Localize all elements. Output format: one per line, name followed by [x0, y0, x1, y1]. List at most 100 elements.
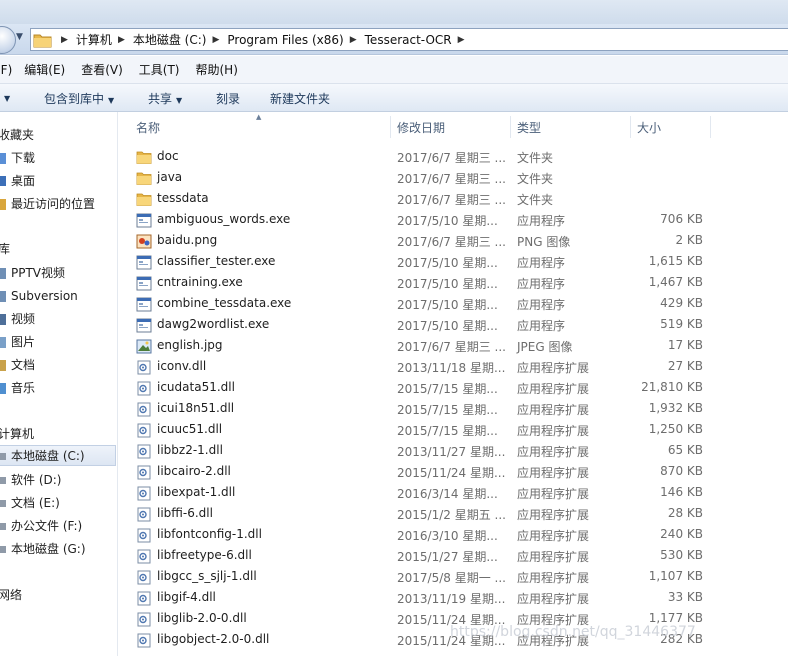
nav-item-recent[interactable]: 最近访问的位置 — [0, 193, 116, 214]
file-row[interactable]: classifier_tester.exe 2017/5/10 星期... 应用程序… — [130, 252, 710, 273]
file-date: 2013/11/27 星期... — [397, 445, 506, 459]
new-folder-button[interactable]: 新建文件夹 — [270, 90, 330, 107]
address-bar[interactable]: ▶ 计算机 ▶ 本地磁盘 (C:) ▶ Program Files (x86) … — [30, 28, 788, 51]
dll-file-icon — [136, 507, 152, 522]
menu-tools[interactable]: 工具(T) — [139, 61, 180, 78]
chevron-right-icon[interactable]: ▶ — [458, 35, 465, 45]
breadcrumb-program-files[interactable]: Program Files (x86) — [227, 33, 343, 47]
file-row[interactable]: libcairo-2.dll 2015/11/24 星期... 应用程序扩展 870 … — [130, 462, 710, 483]
chevron-right-icon[interactable]: ▶ — [61, 35, 68, 45]
column-divider[interactable] — [710, 116, 711, 138]
column-header-name[interactable]: 名称 — [136, 113, 160, 141]
file-row[interactable]: cntraining.exe 2017/5/10 星期... 应用程序 1,467 K… — [130, 273, 710, 294]
libraries-header[interactable]: 库 — [0, 240, 10, 257]
dll-file-icon — [136, 465, 152, 480]
nav-item-documents[interactable]: 文档 — [0, 354, 116, 375]
file-row[interactable]: combine_tessdata.exe 2017/5/10 星期... 应用程序 4… — [130, 294, 710, 315]
back-button[interactable] — [0, 26, 16, 54]
file-row[interactable]: ambiguous_words.exe 2017/5/10 星期... 应用程序 70… — [130, 210, 710, 231]
chevron-right-icon[interactable]: ▶ — [212, 35, 219, 45]
file-row[interactable]: libffi-6.dll 2015/1/2 星期五 ... 应用程序扩展 28 KB — [130, 504, 710, 525]
file-row[interactable]: libgcc_s_sjlj-1.dll 2017/5/8 星期一 ... 应用程序扩… — [130, 567, 710, 588]
nav-item-label: 下载 — [11, 151, 36, 165]
column-header-type[interactable]: 类型 — [517, 113, 541, 141]
file-size: 1,932 KB — [648, 401, 703, 415]
png-image-icon — [136, 234, 152, 249]
jpg-image-icon — [136, 339, 152, 354]
file-date: 2017/5/10 星期... — [397, 277, 498, 291]
file-size: 65 KB — [667, 443, 703, 457]
menu-bar: (F) 编辑(E) 查看(V) 工具(T) 帮助(H) — [0, 56, 788, 84]
breadcrumb-computer[interactable]: 计算机 — [76, 31, 112, 48]
burn-button[interactable]: 刻录 — [216, 90, 240, 107]
file-row[interactable]: libfreetype-6.dll 2015/1/27 星期... 应用程序扩展 53… — [130, 546, 710, 567]
column-divider[interactable] — [630, 116, 631, 138]
file-row[interactable]: english.jpg 2017/6/7 星期三 ... JPEG 图像 17 KB — [130, 336, 710, 357]
exe-file-icon — [136, 255, 152, 270]
network-header[interactable]: 网络 — [0, 586, 22, 603]
file-type: 应用程序扩展 — [517, 592, 590, 606]
nav-item-drive-e[interactable]: 文档 (E:) — [0, 492, 116, 513]
nav-item-pictures[interactable]: 图片 — [0, 331, 116, 352]
file-type: 应用程序扩展 — [517, 550, 590, 564]
chevron-right-icon[interactable]: ▶ — [118, 35, 125, 45]
computer-header[interactable]: 计算机 — [0, 425, 34, 442]
nav-item-subversion[interactable]: Subversion — [0, 285, 116, 306]
file-row[interactable]: icudata51.dll 2015/7/15 星期... 应用程序扩展 21,810… — [130, 378, 710, 399]
nav-item-pptv[interactable]: PPTV视频 — [0, 262, 116, 283]
folder-icon — [136, 150, 152, 165]
recent-pages-dropdown-icon[interactable]: ▼ — [16, 32, 28, 46]
nav-item-downloads[interactable]: 下载 — [0, 147, 116, 168]
folder-icon — [33, 31, 55, 49]
nav-item-drive-f[interactable]: 办公文件 (F:) — [0, 515, 116, 536]
organize-caret-icon[interactable]: ▼ — [0, 90, 10, 104]
desktop-icon — [0, 174, 8, 188]
file-row[interactable]: libfontconfig-1.dll 2016/3/10 星期... 应用程序扩展… — [130, 525, 710, 546]
file-row[interactable]: icui18n51.dll 2015/7/15 星期... 应用程序扩展 1,932 … — [130, 399, 710, 420]
file-row[interactable]: icuuc51.dll 2015/7/15 星期... 应用程序扩展 1,250 KB — [130, 420, 710, 441]
file-size: 17 KB — [667, 338, 703, 352]
file-type: 应用程序扩展 — [517, 529, 590, 543]
file-row[interactable]: libexpat-1.dll 2016/3/14 星期... 应用程序扩展 146 K… — [130, 483, 710, 504]
file-row[interactable]: baidu.png 2017/6/7 星期三 ... PNG 图像 2 KB — [130, 231, 710, 252]
chevron-right-icon[interactable]: ▶ — [350, 35, 357, 45]
menu-view[interactable]: 查看(V) — [81, 61, 123, 78]
menu-help[interactable]: 帮助(H) — [196, 61, 238, 78]
exe-file-icon — [136, 318, 152, 333]
column-divider[interactable] — [390, 116, 391, 138]
favorites-header[interactable]: 收藏夹 — [0, 126, 34, 143]
column-header-date[interactable]: 修改日期 — [397, 113, 445, 141]
file-name: libfontconfig-1.dll — [157, 527, 262, 541]
nav-item-label: 最近访问的位置 — [11, 197, 96, 211]
breadcrumb-drive-c[interactable]: 本地磁盘 (C:) — [133, 31, 207, 48]
file-row[interactable]: iconv.dll 2013/11/18 星期... 应用程序扩展 27 KB — [130, 357, 710, 378]
file-row[interactable]: dawg2wordlist.exe 2017/5/10 星期... 应用程序 519 … — [130, 315, 710, 336]
file-type: 应用程序扩展 — [517, 571, 590, 585]
nav-item-videos[interactable]: 视频 — [0, 308, 116, 329]
nav-item-desktop[interactable]: 桌面 — [0, 170, 116, 191]
nav-item-music[interactable]: 音乐 — [0, 377, 116, 398]
download-icon — [0, 151, 8, 165]
nav-item-drive-g[interactable]: 本地磁盘 (G:) — [0, 538, 116, 559]
menu-file[interactable]: (F) — [0, 63, 12, 77]
folder-icon — [136, 192, 152, 207]
file-row[interactable]: doc 2017/6/7 星期三 ... 文件夹 — [130, 147, 710, 168]
exe-file-icon — [136, 297, 152, 312]
file-date: 2015/7/15 星期... — [397, 424, 498, 438]
file-date: 2016/3/14 星期... — [397, 487, 498, 501]
menu-edit[interactable]: 编辑(E) — [24, 61, 65, 78]
file-row[interactable]: libgif-4.dll 2013/11/19 星期... 应用程序扩展 33 KB — [130, 588, 710, 609]
file-row[interactable]: java 2017/6/7 星期三 ... 文件夹 — [130, 168, 710, 189]
recent-places-icon — [0, 197, 8, 211]
column-divider[interactable] — [510, 116, 511, 138]
file-row[interactable]: tessdata 2017/6/7 星期三 ... 文件夹 — [130, 189, 710, 210]
breadcrumb-tesseract[interactable]: Tesseract-OCR — [365, 33, 452, 47]
dll-file-icon — [136, 381, 152, 396]
nav-item-drive-c[interactable]: 本地磁盘 (C:) — [0, 445, 116, 466]
file-row[interactable]: libbz2-1.dll 2013/11/27 星期... 应用程序扩展 65 KB — [130, 441, 710, 462]
nav-item-drive-d[interactable]: 软件 (D:) — [0, 469, 116, 490]
share-button[interactable]: 共享 ▼ — [148, 90, 182, 107]
column-header-size[interactable]: 大小 — [637, 113, 661, 141]
include-in-library-button[interactable]: 包含到库中 ▼ — [44, 90, 114, 107]
file-date: 2013/11/19 星期... — [397, 592, 506, 606]
